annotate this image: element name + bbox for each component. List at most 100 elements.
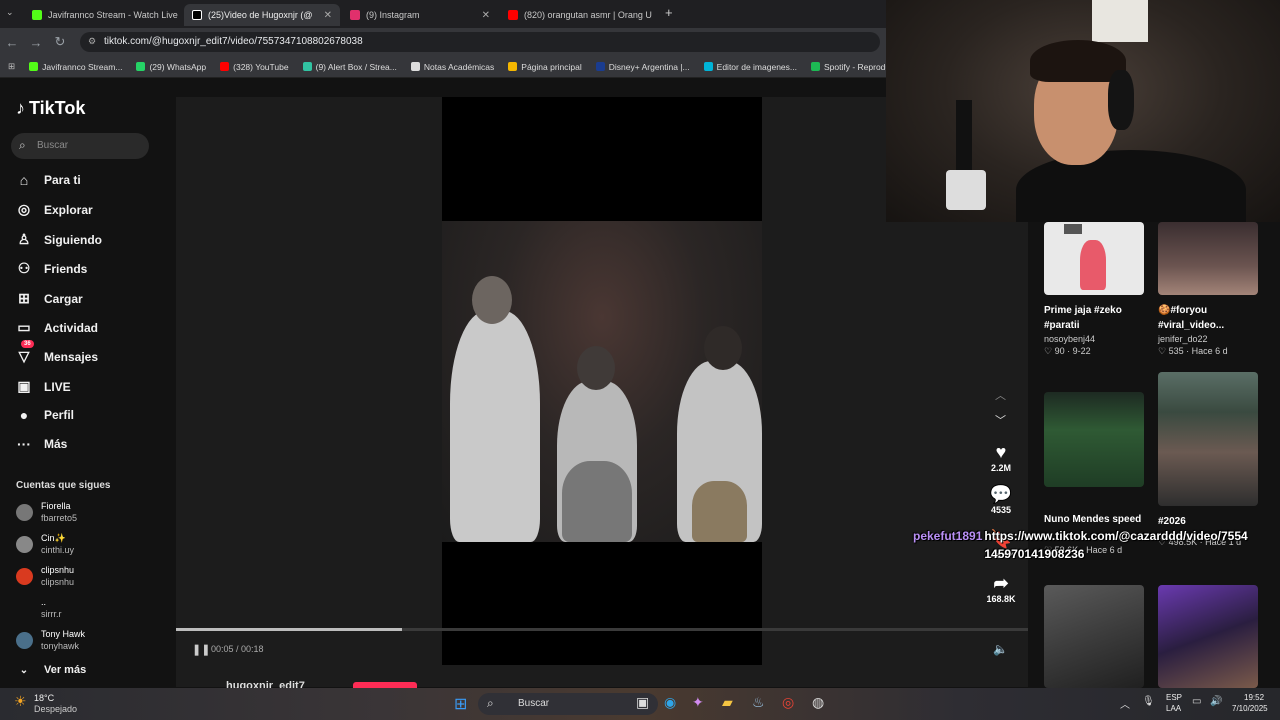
like-button[interactable]: ♥ 2.2M (984, 442, 1018, 473)
steam-icon[interactable]: ♨ (752, 694, 765, 711)
following-icon: ♙ (17, 231, 31, 247)
tab-2[interactable]: (9) Instagram ✕ (342, 4, 498, 26)
related-card-4[interactable] (1044, 585, 1144, 688)
video-author[interactable]: hugoxnjr_edit7 (226, 680, 305, 688)
site-info-icon[interactable]: ⚙ (88, 36, 96, 47)
bookmark-item[interactable]: (9) Alert Box / Strea... (302, 62, 397, 72)
following-account[interactable]: Cin✨ cinthi.uy (16, 532, 74, 556)
pause-icon[interactable]: ❚❚ (192, 643, 210, 656)
close-icon[interactable]: ✕ (482, 10, 490, 21)
nav-label: Friends (44, 261, 88, 276)
forward-icon[interactable]: → (24, 35, 48, 50)
bookmark-item[interactable]: Disney+ Argentina |... (595, 62, 690, 72)
tab-1[interactable]: (25)Video de Hugoxnjr (@ ✕ (184, 4, 340, 26)
bookmark-item[interactable]: (328) YouTube (220, 62, 289, 72)
speaker-icon[interactable]: 🔊 (1210, 696, 1222, 707)
reload-icon[interactable]: ↻ (48, 34, 72, 50)
nav-item-mensajes[interactable]: 36 ▽ Mensajes (16, 340, 99, 365)
related-card-1[interactable]: 🍪#foryou #viral_video... jenifer_do22 ♡ … (1158, 222, 1258, 357)
bookmark-item[interactable]: Javifrannco Stream... (29, 62, 122, 72)
microphone-icon[interactable]: 🎙 (1142, 696, 1155, 707)
search-icon: ⌕ (487, 696, 494, 710)
share-count: 168.8K (986, 594, 1016, 604)
tiktok-sidebar: ♪ TikTok ⌕ Buscar ⌂ Para ti ◎ Explorar ♙ Sigu… (0, 80, 170, 688)
nav-item-perfil[interactable]: ● Perfil (16, 407, 74, 423)
related-card-0[interactable]: Prime jaja #zeko #paratii nosoybenj44 ♡ … (1044, 222, 1144, 357)
bookmark-item[interactable]: Página principal (508, 62, 582, 72)
bookmark-icon (703, 62, 713, 71)
share-button[interactable]: ➦ 168.8K (984, 573, 1018, 604)
nav-item-para-ti[interactable]: ⌂ Para ti (16, 172, 81, 188)
following-account[interactable]: Fiorella fbarreto5 (16, 500, 77, 524)
file-explorer-icon[interactable]: ▰ (722, 694, 733, 711)
back-icon[interactable]: ← (0, 35, 24, 50)
url-field[interactable]: ⚙ tiktok.com/@hugoxnjr_edit7/video/75573… (80, 32, 880, 52)
avatar (16, 503, 33, 521)
bookmark-item[interactable]: (29) WhatsApp (136, 62, 206, 72)
copilot-icon[interactable]: ✦ (692, 694, 704, 711)
following-account[interactable]: clipsnhu clipsnhu (16, 564, 74, 588)
task-view-icon[interactable]: ▣ (636, 694, 649, 711)
tiktok-logo[interactable]: ♪ TikTok (16, 98, 85, 119)
chrome-icon[interactable]: ◎ (782, 694, 794, 711)
bookmark-item[interactable]: Spotify - Reproduct... (810, 61, 886, 72)
taskbar-search-label: Buscar (518, 698, 550, 709)
see-more-button[interactable]: ⌄ Ver más (16, 664, 86, 676)
obs-icon[interactable]: ◍ (812, 694, 824, 711)
tab-title: (820) orangutan asmr | Orang U (524, 10, 652, 20)
chevron-down-icon[interactable]: ﹀ (995, 412, 1006, 428)
account-text: clipsnhu clipsnhu (41, 564, 74, 588)
nav-item-actividad[interactable]: ▭ Actividad (16, 319, 98, 336)
nav-item-m-s[interactable]: ··· Más (16, 436, 67, 452)
activity-icon: ▭ (17, 319, 31, 335)
bookmark-label: Spotify - Reproduct... (823, 61, 886, 72)
language-code[interactable]: ESP (1166, 693, 1182, 702)
bookmark-item[interactable]: Editor de imagenes... (703, 62, 797, 72)
nav-item-cargar[interactable]: ⊞ Cargar (16, 290, 83, 307)
account-text: Cin✨ cinthi.uy (41, 532, 74, 556)
following-account[interactable]: .. sirrr.r (16, 596, 62, 620)
edge-icon[interactable]: ◉ (664, 694, 676, 711)
account-name: Fiorella (41, 501, 71, 511)
bookmark-icon (508, 62, 518, 71)
nav-item-live[interactable]: ▣ LIVE (16, 378, 70, 395)
account-handle: tonyhawk (41, 641, 80, 651)
apps-icon[interactable]: ⊞ (8, 61, 15, 72)
tab-0[interactable]: Javifrannco Stream - Watch Live ✕ (24, 4, 182, 26)
nav-item-explorar[interactable]: ◎ Explorar (16, 201, 93, 218)
account-name: Tony Hawk (41, 629, 86, 639)
video-progress-bar[interactable] (176, 628, 1028, 631)
related-card-5[interactable] (1158, 585, 1258, 688)
close-icon[interactable]: ✕ (324, 10, 332, 21)
tiktok-icon (192, 10, 202, 20)
url-text: tiktok.com/@hugoxnjr_edit7/video/7557347… (104, 36, 363, 47)
tab-list-icon[interactable]: ⌄ (6, 7, 14, 18)
related-user: nosoybenj44 (1044, 334, 1096, 344)
bookmark-icon (29, 62, 39, 71)
avatar (16, 567, 33, 585)
live-icon: ▣ (17, 378, 31, 394)
windows-start-icon[interactable]: ⊞ (454, 694, 467, 714)
related-card-3[interactable]: #2026 ♡ 498.5K · Hace 1 d (1158, 372, 1258, 548)
chevron-up-icon[interactable]: ︿ (995, 387, 1006, 403)
network-icon[interactable]: ▭ (1192, 696, 1201, 707)
nav-item-friends[interactable]: ⚇ Friends (16, 260, 88, 277)
wall-poster (1092, 0, 1148, 42)
see-more-label: Ver más (44, 664, 87, 676)
tray-chevron-icon[interactable]: ︿ (1120, 696, 1130, 711)
new-tab-button[interactable]: + (665, 5, 673, 20)
nav-label: Mensajes (44, 349, 99, 364)
bookmark-item[interactable]: Notas Académicas (410, 62, 494, 72)
clock-time[interactable]: 19:52 (1244, 693, 1264, 702)
taskbar-search[interactable]: ⌕ Buscar (478, 693, 658, 715)
nav-label: Perfil (44, 408, 75, 422)
nav-label: Siguiendo (44, 232, 102, 247)
webcam-overlay (886, 0, 1280, 222)
comment-button[interactable]: 💬 4535 (984, 484, 1018, 515)
following-account[interactable]: Tony Hawk tonyhawk (16, 628, 85, 652)
tab-3[interactable]: (820) orangutan asmr | Orang U ✕ (500, 4, 658, 26)
nav-item-siguiendo[interactable]: ♙ Siguiendo (16, 231, 102, 248)
search-input[interactable]: ⌕ Buscar (11, 133, 149, 159)
volume-icon[interactable]: 🔈 (993, 642, 1008, 656)
weather-icon[interactable]: ☀ (14, 693, 27, 710)
